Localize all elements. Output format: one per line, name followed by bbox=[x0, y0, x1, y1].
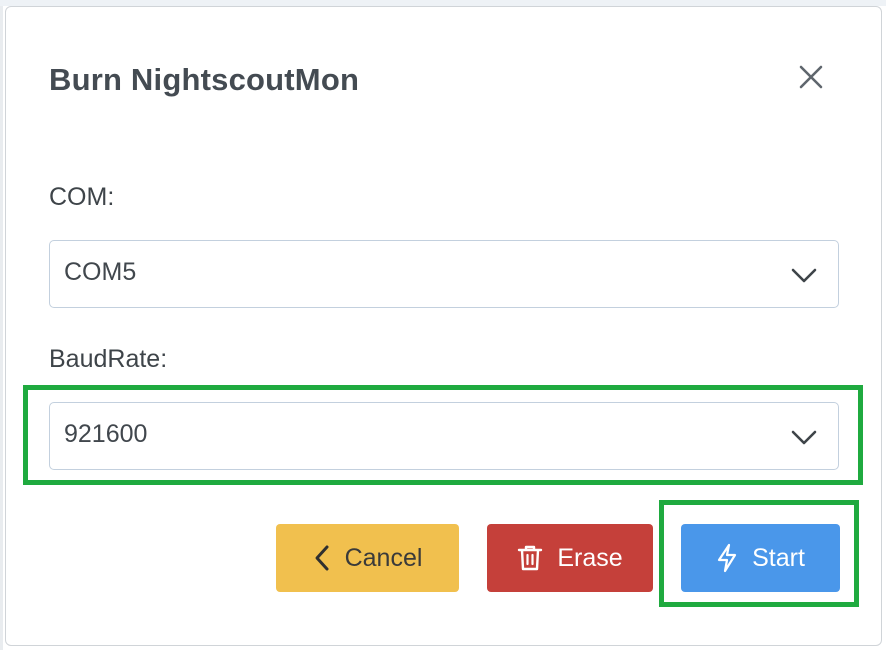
cancel-button-label: Cancel bbox=[344, 543, 423, 572]
chevron-left-icon bbox=[313, 544, 331, 572]
baudrate-highlight-box bbox=[23, 385, 863, 485]
dialog-title: Burn NightscoutMon bbox=[49, 62, 360, 97]
baudrate-label: BaudRate: bbox=[49, 345, 168, 373]
close-button[interactable] bbox=[793, 59, 829, 95]
com-select[interactable]: COM5 bbox=[49, 240, 839, 308]
erase-button-label: Erase bbox=[557, 543, 623, 572]
com-select-value: COM5 bbox=[64, 258, 137, 286]
background-edge bbox=[0, 6, 3, 650]
erase-button[interactable]: Erase bbox=[487, 524, 653, 592]
cancel-button[interactable]: Cancel bbox=[276, 524, 459, 592]
close-icon bbox=[799, 65, 823, 89]
start-highlight-box bbox=[659, 500, 859, 607]
chevron-down-icon bbox=[791, 268, 817, 283]
trash-icon bbox=[517, 544, 543, 572]
screen: Burn NightscoutMon COM: COM5 BaudRate: 9… bbox=[0, 0, 886, 650]
com-label: COM: bbox=[49, 183, 115, 211]
